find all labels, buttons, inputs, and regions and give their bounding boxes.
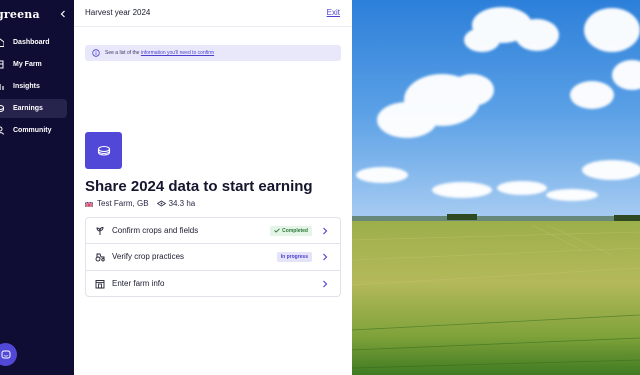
hero-badge: [85, 132, 122, 169]
top-bar: Harvest year 2024 Exit: [74, 0, 352, 27]
field-landscape-illustration: [352, 0, 640, 375]
coin-icon: [0, 105, 4, 113]
task-verify-practices[interactable]: Verify crop practices In progress: [86, 244, 340, 271]
information-link[interactable]: information you'll need to confirm: [141, 50, 214, 56]
sidebar-item-label: My Farm: [13, 61, 42, 68]
tractor-icon: [95, 253, 105, 262]
main-panel: Harvest year 2024 Exit See a list of the…: [74, 0, 352, 375]
status-badge-text: In progress: [280, 253, 308, 260]
chat-icon: [1, 350, 10, 358]
task-label: Confirm crops and fields: [112, 226, 199, 236]
notice-text-prefix: See a list of the: [105, 50, 141, 56]
insights-icon: [0, 84, 4, 90]
sidebar-item-my-farm[interactable]: My Farm: [0, 55, 74, 74]
task-label: Verify crop practices: [112, 252, 185, 262]
coin-stack-icon: [97, 145, 110, 156]
page-heading: Share 2024 data to start earning: [85, 178, 313, 195]
status-badge: In progress: [276, 251, 312, 262]
sidebar-item-label: Community: [13, 127, 52, 134]
sidebar-nav: Dashboard My Farm Insights Earnings Comm…: [0, 33, 74, 143]
info-icon: [92, 49, 100, 57]
brand-logo[interactable]: greena: [0, 8, 40, 21]
building-icon: [95, 279, 105, 289]
farm-meta: Test Farm, GB 34.3 ha: [85, 199, 195, 208]
status-badge-text: Completed: [282, 227, 308, 234]
sidebar-item-label: Dashboard: [13, 39, 50, 46]
gb-flag-icon: [85, 201, 93, 207]
chevron-right-icon: [323, 227, 328, 235]
area-icon: [156, 200, 166, 207]
area-label: 34.3 ha: [168, 199, 196, 208]
sidebar-item-community[interactable]: Community: [0, 121, 74, 140]
exit-link[interactable]: Exit: [327, 8, 340, 17]
chevron-right-icon: [323, 280, 328, 288]
info-notice: See a list of the information you'll nee…: [85, 45, 341, 61]
collapse-sidebar-icon[interactable]: [58, 8, 68, 20]
page-title: Harvest year 2024: [85, 8, 151, 17]
sidebar-item-label: Earnings: [13, 105, 43, 112]
task-confirm-crops[interactable]: Confirm crops and fields Completed: [86, 218, 340, 245]
crop-icon: [96, 226, 104, 235]
sidebar-item-dashboard[interactable]: Dashboard: [0, 33, 74, 52]
notice-text: See a list of the information you'll nee…: [105, 50, 214, 56]
sidebar-item-earnings[interactable]: Earnings: [0, 99, 67, 118]
task-enter-farm-info[interactable]: Enter farm info: [86, 271, 340, 297]
check-icon: [274, 228, 280, 233]
dashboard-icon: [0, 38, 4, 47]
sidebar-item-insights[interactable]: Insights: [0, 77, 74, 96]
chat-button[interactable]: [0, 343, 17, 366]
task-label: Enter farm info: [112, 279, 165, 289]
farm-icon: [0, 60, 4, 69]
status-badge: Completed: [270, 225, 312, 236]
sidebar: greena Dashboard My Farm Insights Earnin…: [0, 0, 74, 375]
sidebar-item-label: Insights: [13, 83, 40, 90]
wheat-field-image: [352, 0, 640, 375]
task-list: Confirm crops and fields Completed Verif…: [85, 217, 341, 297]
farm-label: Test Farm, GB: [97, 199, 149, 208]
community-icon: [0, 126, 4, 135]
chevron-right-icon: [323, 253, 328, 261]
